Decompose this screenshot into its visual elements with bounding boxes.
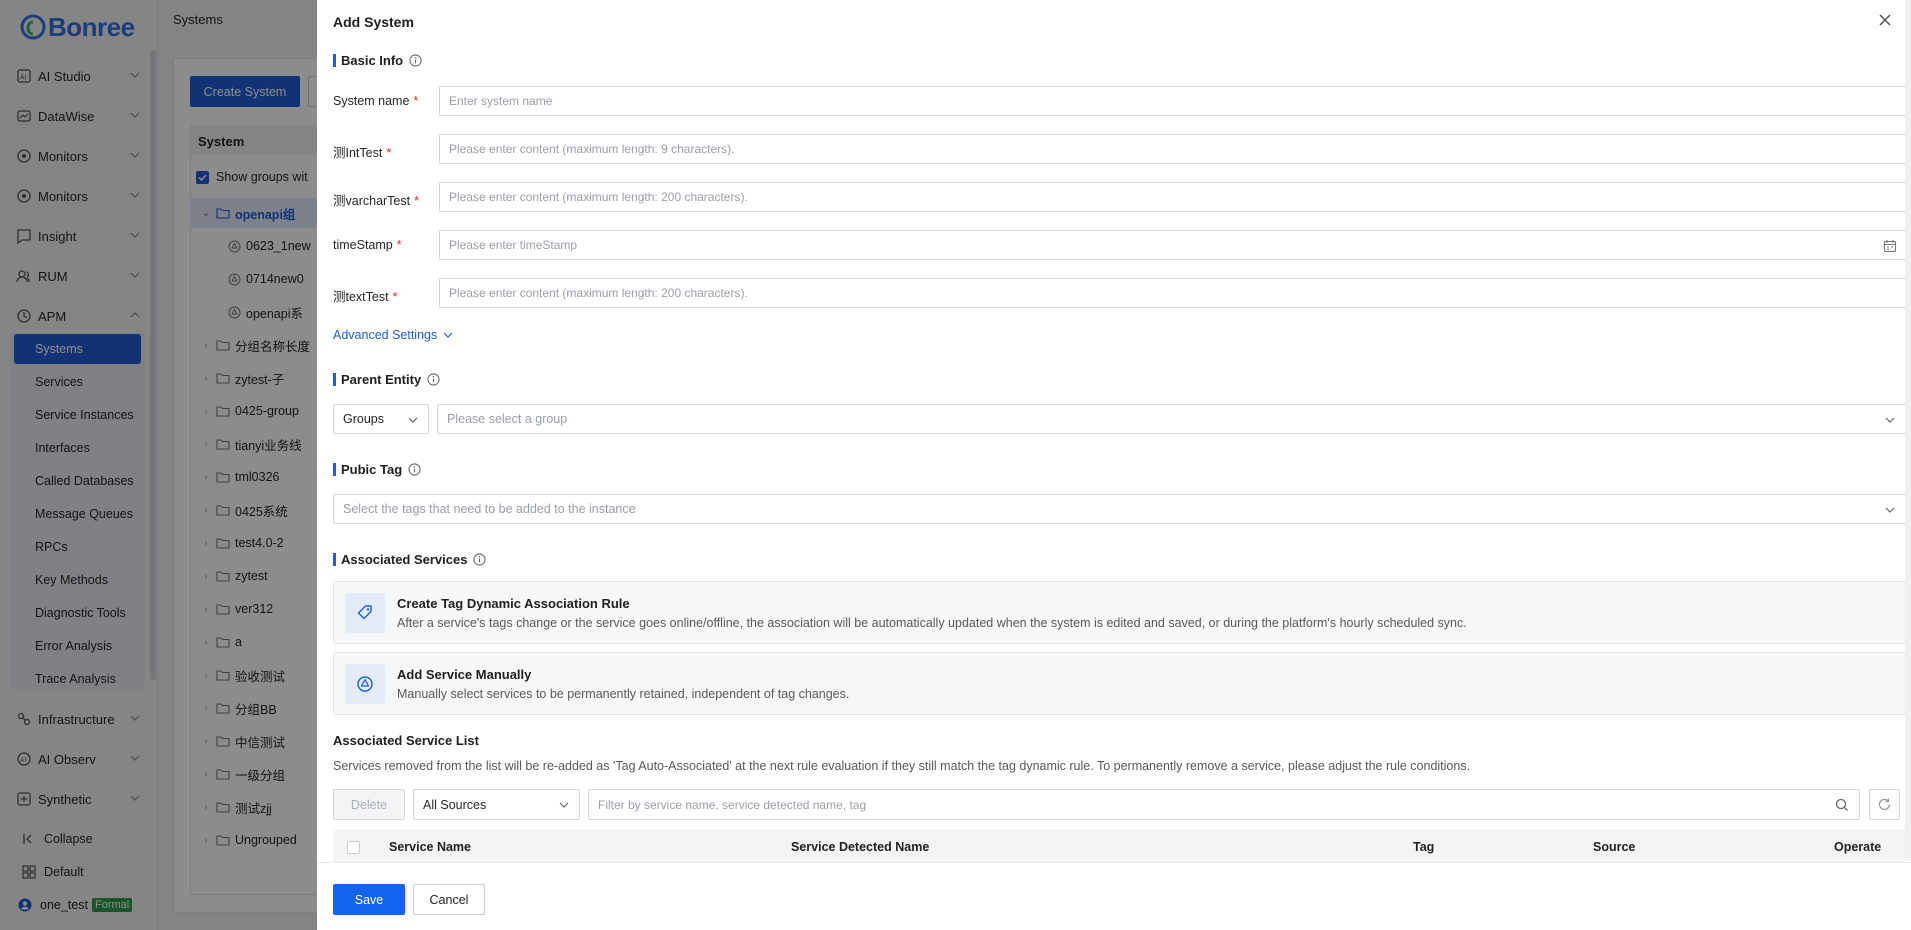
- drawer-footer: Save Cancel: [317, 862, 1911, 930]
- timestamp-input[interactable]: Please enter timeStamp: [439, 230, 1906, 260]
- cancel-button[interactable]: Cancel: [413, 884, 485, 915]
- column-source[interactable]: Source: [1593, 840, 1635, 854]
- tag-icon: [345, 593, 385, 633]
- tag-select[interactable]: Select the tags that need to be added to…: [333, 494, 1906, 524]
- system-name-input[interactable]: Enter system name: [439, 86, 1906, 116]
- refresh-icon: [1878, 798, 1891, 811]
- column-operate: Operate: [1834, 840, 1882, 854]
- select-all-checkbox[interactable]: [347, 841, 360, 854]
- section-bar: [333, 54, 336, 67]
- card-title: Create Tag Dynamic Association Rule: [397, 596, 630, 611]
- varchartest-input[interactable]: Please enter content (maximum length: 20…: [439, 182, 1906, 212]
- associated-service-list-description: Services removed from the list will be r…: [333, 759, 1471, 773]
- field-label-inttest: 测IntTest *: [333, 146, 392, 160]
- section-bar: [333, 373, 336, 386]
- add-service-manually-card[interactable]: Add Service Manually Manually select ser…: [333, 652, 1906, 715]
- delete-button[interactable]: Delete: [333, 789, 405, 820]
- chevron-down-icon: [1885, 507, 1895, 513]
- info-icon[interactable]: [409, 54, 422, 67]
- parent-type-select[interactable]: Groups: [333, 404, 429, 434]
- associated-services-section: Associated Services: [333, 552, 487, 567]
- section-bar: [333, 553, 336, 566]
- field-label-varchartest: 测varcharTest *: [333, 194, 419, 208]
- refresh-button[interactable]: [1869, 789, 1900, 820]
- search-icon[interactable]: [1835, 798, 1849, 812]
- chevron-down-icon: [1885, 417, 1895, 423]
- chevron-down-icon: [559, 802, 569, 808]
- card-description: Manually select services to be permanent…: [397, 687, 850, 701]
- source-filter-select[interactable]: All Sources: [413, 789, 580, 820]
- basic-info-section: Basic Info: [333, 53, 422, 68]
- column-tag[interactable]: Tag: [1413, 840, 1434, 854]
- column-service-name[interactable]: Service Name: [389, 840, 471, 854]
- info-icon[interactable]: [473, 553, 487, 566]
- field-label-timestamp: timeStamp *: [333, 238, 402, 252]
- inttest-input[interactable]: Please enter content (maximum length: 9 …: [439, 134, 1906, 164]
- parent-entity-section: Parent Entity: [333, 372, 440, 387]
- info-icon[interactable]: [427, 373, 440, 386]
- drawer-title: Add System: [333, 14, 414, 30]
- calendar-icon[interactable]: [1883, 239, 1897, 253]
- associated-service-list-title: Associated Service List: [333, 733, 479, 748]
- add-system-drawer: Add System Basic Info System name * Enter…: [317, 0, 1911, 930]
- column-service-detected-name[interactable]: Service Detected Name: [791, 840, 929, 854]
- close-icon[interactable]: [1877, 12, 1893, 28]
- chevron-down-icon: [408, 417, 418, 423]
- service-icon: [345, 664, 385, 704]
- texttest-input[interactable]: Please enter content (maximum length: 20…: [439, 278, 1906, 308]
- save-button[interactable]: Save: [333, 884, 405, 915]
- field-label-texttest: 测textTest *: [333, 290, 398, 304]
- public-tag-section: Pubic Tag: [333, 462, 421, 477]
- drawer-scrollbar[interactable]: [1905, 0, 1911, 860]
- chevron-down-icon: [443, 332, 453, 338]
- tag-dynamic-rule-card[interactable]: Create Tag Dynamic Association Rule Afte…: [333, 581, 1906, 644]
- advanced-settings-toggle[interactable]: Advanced Settings: [333, 328, 453, 342]
- card-description: After a service's tags change or the ser…: [397, 616, 1467, 630]
- group-select[interactable]: Please select a group: [437, 404, 1906, 434]
- info-icon[interactable]: [408, 463, 421, 476]
- card-title: Add Service Manually: [397, 667, 532, 682]
- section-bar: [333, 463, 336, 476]
- field-label-system-name: System name *: [333, 94, 419, 108]
- service-filter-input[interactable]: Filter by service name, service detected…: [588, 789, 1860, 820]
- modal-overlay[interactable]: [0, 0, 318, 930]
